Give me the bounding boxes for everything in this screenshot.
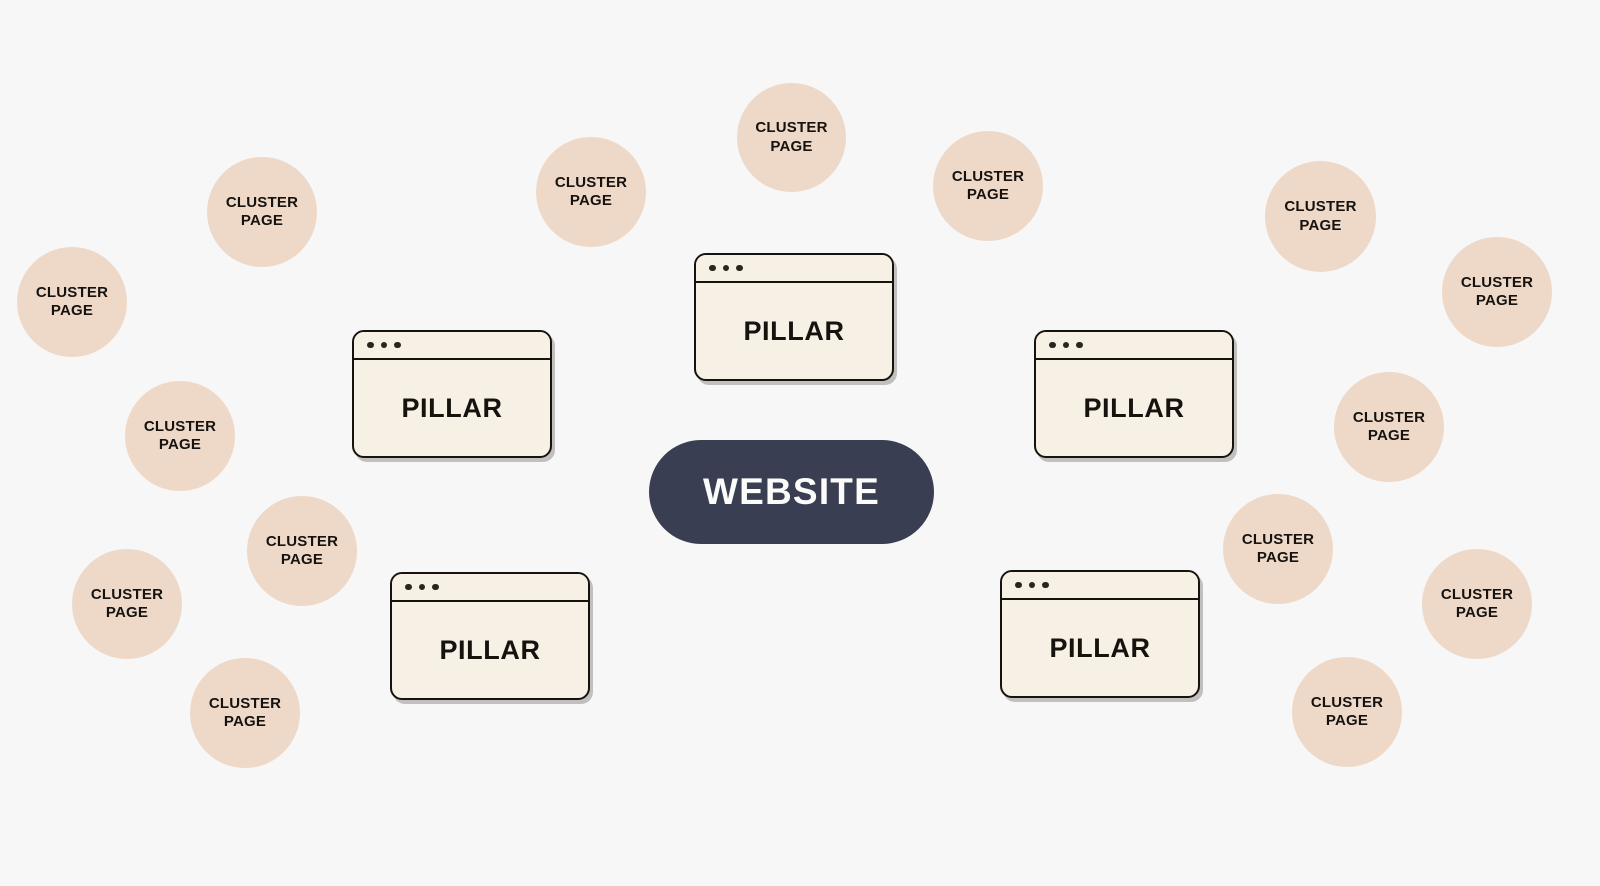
website-node[interactable]: WEBSITE xyxy=(649,440,934,544)
cluster-page-label: CLUSTER PAGE xyxy=(1284,198,1357,234)
cluster-page-node[interactable]: CLUSTER PAGE xyxy=(536,137,646,247)
window-minimize-dot-icon xyxy=(380,341,387,349)
browser-content-area: PILLAR xyxy=(1002,600,1198,696)
website-node-label: WEBSITE xyxy=(703,471,880,512)
cluster-page-label: CLUSTER PAGE xyxy=(951,167,1025,203)
cluster-page-label: CLUSTER PAGE xyxy=(265,532,339,568)
cluster-page-node[interactable]: CLUSTER PAGE xyxy=(1422,549,1532,659)
pillar-page-card[interactable]: PILLAR xyxy=(390,572,590,700)
pillar-page-card[interactable]: PILLAR xyxy=(1034,330,1234,458)
browser-titlebar xyxy=(392,574,588,602)
cluster-page-node[interactable]: CLUSTER PAGE xyxy=(207,157,317,267)
window-minimize-dot-icon xyxy=(1062,341,1069,349)
window-close-dot-icon xyxy=(709,264,716,272)
cluster-page-label: CLUSTER PAGE xyxy=(1352,408,1426,444)
pillar-page-label: PILLAR xyxy=(401,392,503,423)
cluster-page-label: CLUSTER PAGE xyxy=(554,173,628,209)
pillar-page-card[interactable]: PILLAR xyxy=(352,330,552,458)
cluster-page-label: CLUSTER PAGE xyxy=(35,283,109,319)
cluster-page-label: CLUSTER PAGE xyxy=(1310,693,1384,729)
cluster-page-label: CLUSTER PAGE xyxy=(225,193,299,229)
cluster-page-node[interactable]: CLUSTER PAGE xyxy=(125,381,235,491)
cluster-page-node[interactable]: CLUSTER PAGE xyxy=(72,549,182,659)
cluster-page-label: CLUSTER PAGE xyxy=(755,119,828,155)
cluster-page-node[interactable]: CLUSTER PAGE xyxy=(190,658,300,768)
cluster-page-label: CLUSTER PAGE xyxy=(1440,585,1514,621)
cluster-page-label: CLUSTER PAGE xyxy=(143,417,217,453)
cluster-page-node[interactable]: CLUSTER PAGE xyxy=(737,83,846,192)
cluster-page-node[interactable]: CLUSTER PAGE xyxy=(933,131,1043,241)
window-minimize-dot-icon xyxy=(418,583,425,591)
topic-cluster-diagram: CLUSTER PAGE CLUSTER PAGE CLUSTER PAGE CLUS… xyxy=(0,0,1600,886)
cluster-page-label: CLUSTER PAGE xyxy=(208,694,282,730)
window-maximize-dot-icon xyxy=(1042,581,1049,589)
browser-content-area: PILLAR xyxy=(1036,360,1232,456)
pillar-page-label: PILLAR xyxy=(743,315,845,346)
cluster-page-node[interactable]: CLUSTER PAGE xyxy=(1334,372,1444,482)
window-minimize-dot-icon xyxy=(1028,581,1035,589)
browser-content-area: PILLAR xyxy=(696,283,892,379)
cluster-page-node[interactable]: CLUSTER PAGE xyxy=(17,247,127,357)
window-close-dot-icon xyxy=(367,341,374,349)
window-close-dot-icon xyxy=(1015,581,1022,589)
cluster-page-label: CLUSTER PAGE xyxy=(90,585,164,621)
pillar-page-label: PILLAR xyxy=(439,634,541,665)
window-close-dot-icon xyxy=(1049,341,1056,349)
browser-titlebar xyxy=(696,255,892,283)
window-maximize-dot-icon xyxy=(1076,341,1083,349)
browser-titlebar xyxy=(354,332,550,360)
browser-content-area: PILLAR xyxy=(354,360,550,456)
pillar-page-card[interactable]: PILLAR xyxy=(694,253,894,381)
pillar-page-card[interactable]: PILLAR xyxy=(1000,570,1200,698)
window-close-dot-icon xyxy=(405,583,412,591)
browser-titlebar xyxy=(1002,572,1198,600)
cluster-page-node[interactable]: CLUSTER PAGE xyxy=(1223,494,1333,604)
cluster-page-node[interactable]: CLUSTER PAGE xyxy=(1442,237,1552,347)
window-minimize-dot-icon xyxy=(722,264,729,272)
browser-content-area: PILLAR xyxy=(392,602,588,698)
cluster-page-node[interactable]: CLUSTER PAGE xyxy=(1292,657,1402,767)
window-maximize-dot-icon xyxy=(394,341,401,349)
cluster-page-label: CLUSTER PAGE xyxy=(1460,273,1534,309)
cluster-page-node[interactable]: CLUSTER PAGE xyxy=(247,496,357,606)
browser-titlebar xyxy=(1036,332,1232,360)
window-maximize-dot-icon xyxy=(736,264,743,272)
cluster-page-node[interactable]: CLUSTER PAGE xyxy=(1265,161,1376,272)
pillar-page-label: PILLAR xyxy=(1083,392,1185,423)
pillar-page-label: PILLAR xyxy=(1049,632,1151,663)
cluster-page-label: CLUSTER PAGE xyxy=(1241,530,1315,566)
window-maximize-dot-icon xyxy=(432,583,439,591)
